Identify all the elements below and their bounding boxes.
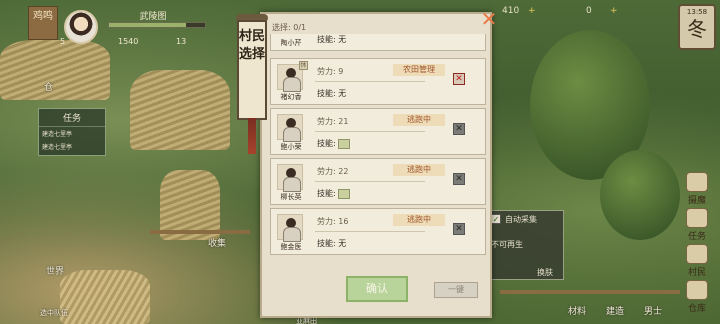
- population-count: 13: [176, 37, 187, 46]
- bottom-button-men[interactable]: 男士: [644, 304, 662, 317]
- villager-skill-label: 技能:: [317, 139, 336, 148]
- auto-collect-checkbox[interactable]: ✓: [491, 214, 501, 224]
- villager-list[interactable]: 陶小芹 技能: 无 休 褚幻香 劳力: 9 技能: 无 农田管理 ✕ 鲍小荣 劳…: [270, 34, 486, 276]
- add-resource-icon[interactable]: +: [528, 6, 536, 16]
- select-checkbox[interactable]: ✕: [453, 73, 465, 85]
- resource-bar: 410 + 0 +: [498, 4, 698, 20]
- villager-portrait: [277, 214, 303, 242]
- row-divider: [315, 131, 425, 132]
- task-item[interactable]: 建造七里亭: [39, 140, 105, 153]
- close-icon[interactable]: ✕: [480, 9, 498, 29]
- avatar[interactable]: [64, 10, 98, 44]
- villager-row[interactable]: 陶小芹 技能: 无: [270, 34, 486, 51]
- side-button-label: 摄魔: [687, 196, 706, 206]
- side-button-label: 任务: [687, 232, 706, 242]
- village-tag[interactable]: 鸡鸣: [28, 6, 58, 40]
- villager-status: 逃跑中: [393, 114, 445, 126]
- task-panel-title: 任务: [39, 109, 105, 127]
- villager-portrait: [277, 114, 303, 142]
- dialog-title-banner: 村民选择: [232, 14, 272, 154]
- villager-name: 柳长英: [280, 193, 302, 201]
- confirm-button[interactable]: 确认: [346, 276, 408, 302]
- villager-name: 鲍金医: [280, 243, 302, 251]
- row-divider: [315, 181, 425, 182]
- select-checkbox[interactable]: ✕: [453, 173, 465, 185]
- scroll-icon: [686, 172, 708, 192]
- world-button[interactable]: 世界: [46, 264, 64, 277]
- storage-icon: [686, 280, 708, 300]
- player-name: 武陵图: [139, 12, 167, 22]
- side-button-villagers[interactable]: 村民: [682, 244, 712, 278]
- task-icon: [686, 208, 708, 228]
- add-resource-icon[interactable]: +: [610, 6, 618, 16]
- selection-count: 选择: 0/1: [272, 23, 307, 32]
- side-button-label: 仓库: [687, 304, 706, 314]
- player-info-bar: 鸡鸣 武陵图 5 1540 13: [28, 6, 228, 50]
- villager-status: 逃跑中: [393, 164, 445, 176]
- side-button-demon[interactable]: 摄魔: [682, 172, 712, 206]
- row-divider: [315, 231, 425, 232]
- villager-row[interactable]: 休 褚幻香 劳力: 9 技能: 无 农田管理 ✕: [270, 58, 486, 105]
- map-label-storehouse[interactable]: 仓: [44, 80, 53, 93]
- villager-labor: 劳力: 21: [317, 117, 349, 126]
- one-key-button[interactable]: 一键: [434, 282, 478, 298]
- task-item[interactable]: 建造七里亭: [39, 127, 105, 140]
- skill-badge-icon[interactable]: [337, 138, 350, 149]
- tree: [600, 150, 680, 240]
- villager-row[interactable]: 柳长英 劳力: 22 技能: 逃跑中 ✕: [270, 158, 486, 205]
- side-button-label: 村民: [687, 268, 706, 278]
- experience-bar-fill: [109, 23, 186, 27]
- selected-team-button[interactable]: 选中队伍: [40, 308, 68, 318]
- auto-collect-panel: ✓ 自动采集 不可再生 换肤: [486, 210, 564, 280]
- villager-skill: 技能:: [317, 188, 350, 199]
- side-button-storage[interactable]: 仓库: [682, 280, 712, 314]
- villager-name: 褚幻香: [280, 93, 302, 101]
- select-checkbox[interactable]: ✕: [453, 223, 465, 235]
- villager-status: 农田管理: [393, 64, 445, 76]
- bottom-button-build[interactable]: 建造: [606, 304, 624, 317]
- row-divider: [315, 81, 425, 82]
- banner-tassel: [248, 118, 256, 154]
- clock-time: 13:58: [686, 8, 708, 16]
- fence: [500, 290, 680, 294]
- villager-skill: 技能: 无: [317, 239, 347, 248]
- fence: [150, 230, 250, 234]
- villager-row[interactable]: 鲍金医 劳力: 16 技能: 无 逃跑中 ✕: [270, 208, 486, 255]
- villager-row[interactable]: 鲍小荣 劳力: 21 技能: 逃跑中 ✕: [270, 108, 486, 155]
- resource-value: 0: [586, 6, 592, 16]
- rest-tag: 休: [299, 61, 308, 70]
- task-panel[interactable]: 任务 建造七里亭 建造七里亭: [38, 108, 106, 156]
- bottom-button-materials[interactable]: 材料: [568, 304, 586, 317]
- map-label-collect[interactable]: 收集: [208, 236, 226, 249]
- season-clock-button[interactable]: 13:58 冬: [678, 4, 716, 50]
- villager-labor: 劳力: 16: [317, 217, 349, 226]
- villager-portrait: [277, 164, 303, 192]
- auto-collect-label: 自动采集: [505, 215, 537, 224]
- non-renewable-note: 不可再生: [491, 240, 523, 249]
- villager-name: 鲍小荣: [280, 143, 302, 151]
- villager-skill: 技能:: [317, 138, 350, 149]
- resource-value: 410: [502, 6, 520, 16]
- haystack[interactable]: [60, 270, 150, 324]
- side-button-task[interactable]: 任务: [682, 208, 712, 242]
- season-indicator: 冬: [687, 17, 707, 41]
- hut-roof[interactable]: [130, 70, 230, 150]
- villager-name: 陶小芹: [280, 39, 302, 47]
- villager-skill: 技能: 无: [317, 89, 347, 98]
- banner-scroll: 村民选择: [237, 20, 267, 120]
- villager-skill-label: 技能:: [317, 189, 336, 198]
- dialog-title: 村民选择: [239, 29, 266, 62]
- villager-status: 逃跑中: [393, 214, 445, 226]
- villager-labor: 劳力: 22: [317, 167, 349, 176]
- villager-labor: 劳力: 9: [317, 67, 344, 76]
- villager-skill: 技能: 无: [317, 35, 347, 44]
- select-checkbox[interactable]: ✕: [453, 123, 465, 135]
- coins-count: 1540: [118, 37, 139, 46]
- villager-icon: [686, 244, 708, 264]
- skill-badge-icon[interactable]: [337, 188, 350, 199]
- player-level: 5: [60, 37, 66, 46]
- villager-select-dialog: 选择: 0/1 陶小芹 技能: 无 休 褚幻香 劳力: 9 技能: 无 农田管理…: [260, 12, 492, 318]
- experience-bar: [108, 22, 206, 28]
- change-skin-button[interactable]: 换肤: [537, 267, 553, 278]
